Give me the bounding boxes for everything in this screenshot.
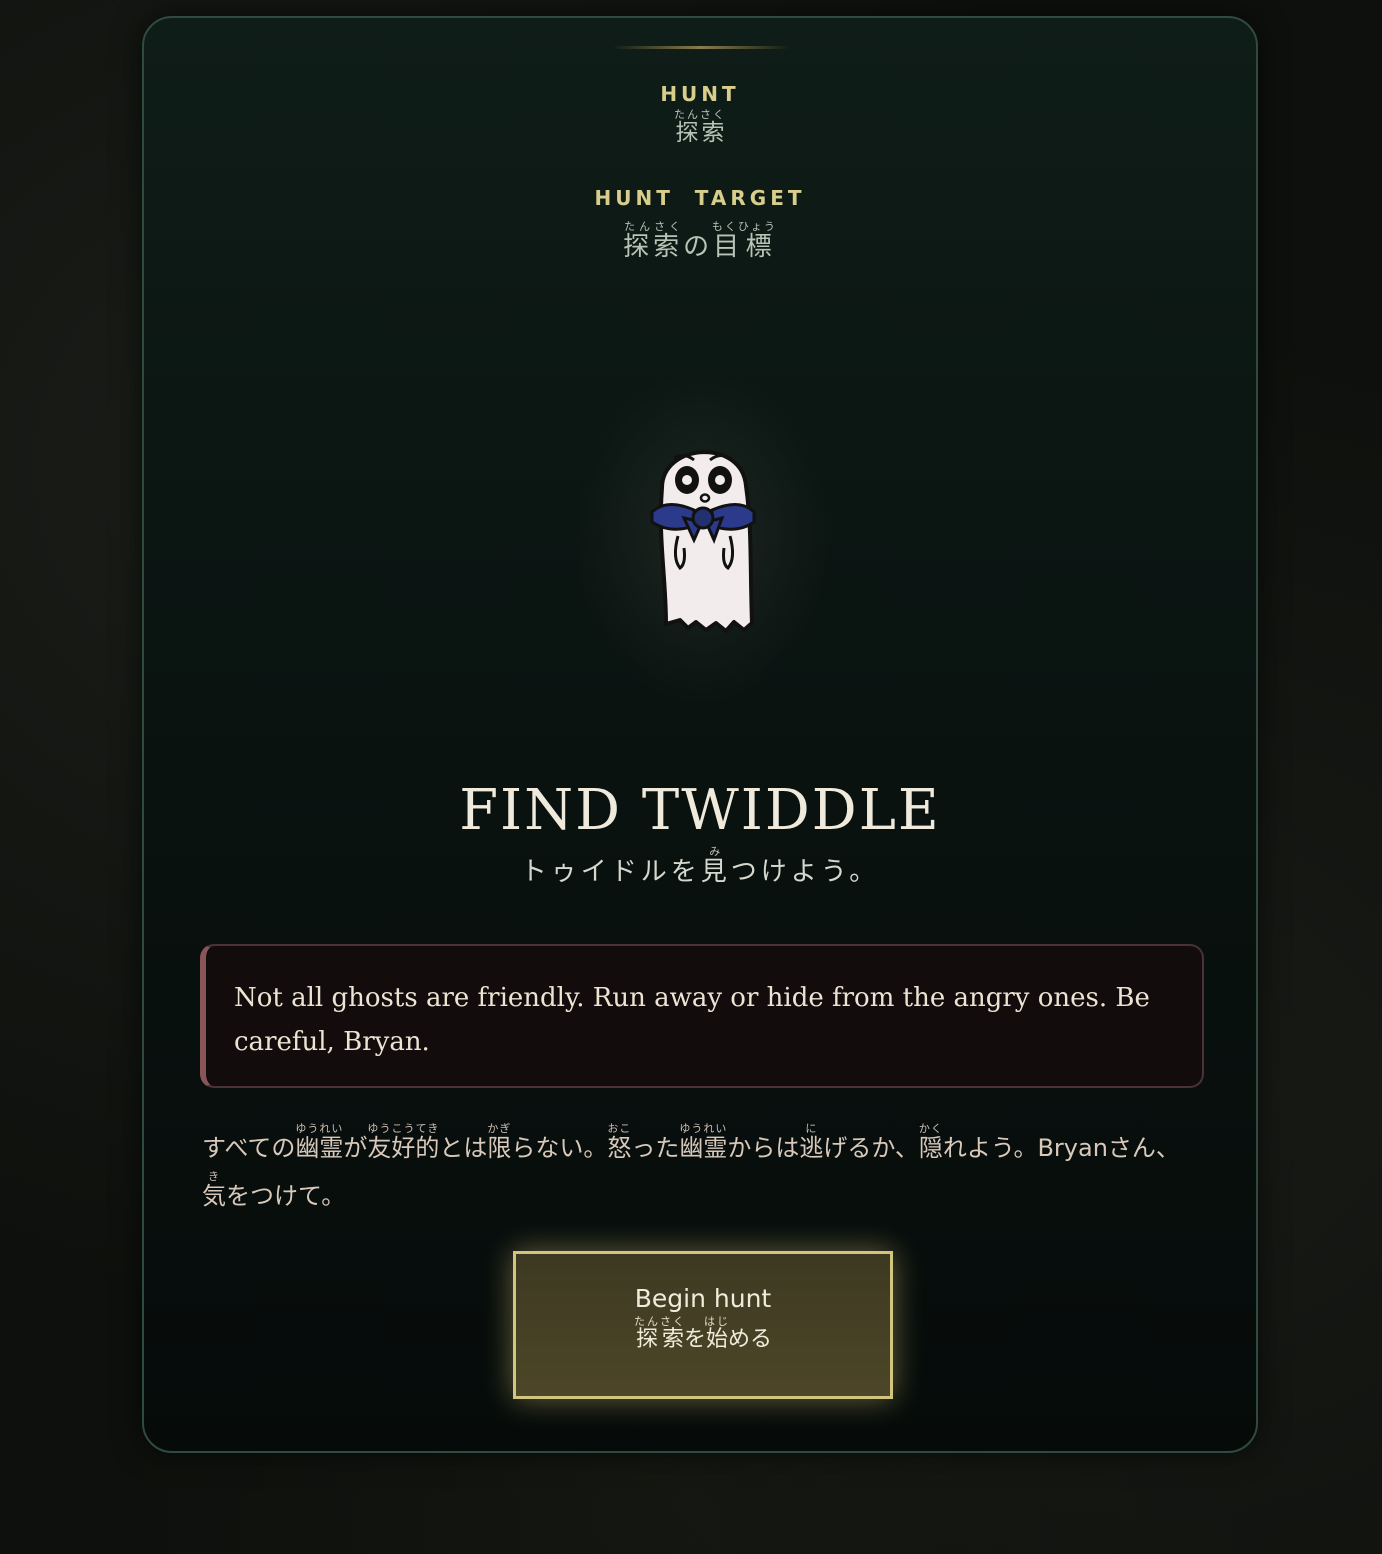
mission-heading: FIND TWIDDLE トゥイドルを見みつけよう。 [144,778,1256,888]
begin-hunt-label-en: Begin hunt [634,1284,772,1313]
section-label-en: HUNT [660,82,740,106]
ghost-with-blue-bow-icon [650,450,756,633]
target-label-en: HUNT TARGET [594,186,806,210]
ghost-illustration [572,368,832,708]
warning-text: Not all ghosts are friendly. Run away or… [234,983,1150,1057]
warning-callout: Not all ghosts are friendly. Run away or… [200,944,1204,1088]
top-divider [612,46,790,49]
section-label-ja: 探索たんさく [674,108,726,146]
hunt-card: HUNT 探索たんさく HUNT TARGET 探索たんさくの目標もくひょう F… [142,16,1258,1453]
warning-text-ja: すべての幽霊ゆうれいが友好的ゆうこうてきとは限かぎらない。怒おこった幽霊ゆうれい… [202,1122,1180,1210]
begin-hunt-button[interactable]: Begin hunt 探索たんさくを始はじめる [513,1251,893,1399]
target-label: HUNT TARGET 探索たんさくの目標もくひょう [144,186,1256,263]
section-label: HUNT 探索たんさく [144,82,1256,147]
begin-hunt-label-ja: 探索たんさくを始はじめる [633,1315,772,1352]
target-label-ja: 探索たんさくの目標もくひょう [623,220,777,262]
mission-subtitle-ja: トゥイドルを見みつけよう。 [520,845,880,887]
mission-title: FIND TWIDDLE [459,778,941,843]
